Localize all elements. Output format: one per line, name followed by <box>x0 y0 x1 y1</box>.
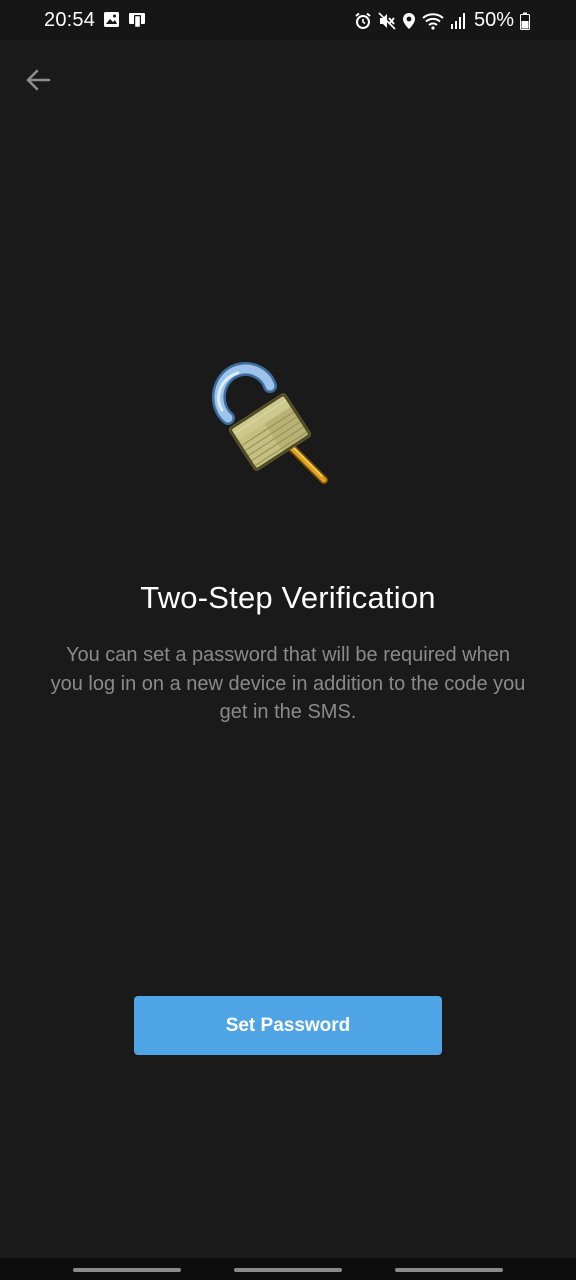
signal-icon <box>450 12 466 30</box>
status-left-icons <box>103 11 146 29</box>
nav-back-handle[interactable] <box>395 1268 503 1272</box>
arrow-left-icon <box>25 69 51 91</box>
back-button[interactable] <box>18 60 58 100</box>
two-step-verification-screen: 20:54 50% Two-Step Verification You can … <box>0 0 576 1280</box>
mute-icon <box>378 11 396 30</box>
status-right-icons: 50% <box>354 9 530 32</box>
unlocked-padlock-with-key-icon <box>208 362 336 490</box>
nav-home-handle[interactable] <box>234 1268 342 1272</box>
status-bar: 20:54 50% <box>0 0 576 40</box>
image-icon <box>103 11 120 29</box>
page-description: You can set a password that will be requ… <box>50 644 526 723</box>
navigation-bar <box>0 1258 576 1280</box>
nav-recents-handle[interactable] <box>73 1268 181 1272</box>
location-icon <box>402 12 416 30</box>
set-password-button[interactable]: Set Password <box>134 996 442 1055</box>
status-time: 20:54 <box>44 9 96 31</box>
battery-icon <box>520 12 530 30</box>
alarm-icon <box>354 12 372 30</box>
page-title: Two-Step Verification <box>140 580 436 615</box>
wifi-icon <box>422 12 444 30</box>
battery-percentage: 50% <box>473 9 514 31</box>
device-icon <box>128 11 146 29</box>
